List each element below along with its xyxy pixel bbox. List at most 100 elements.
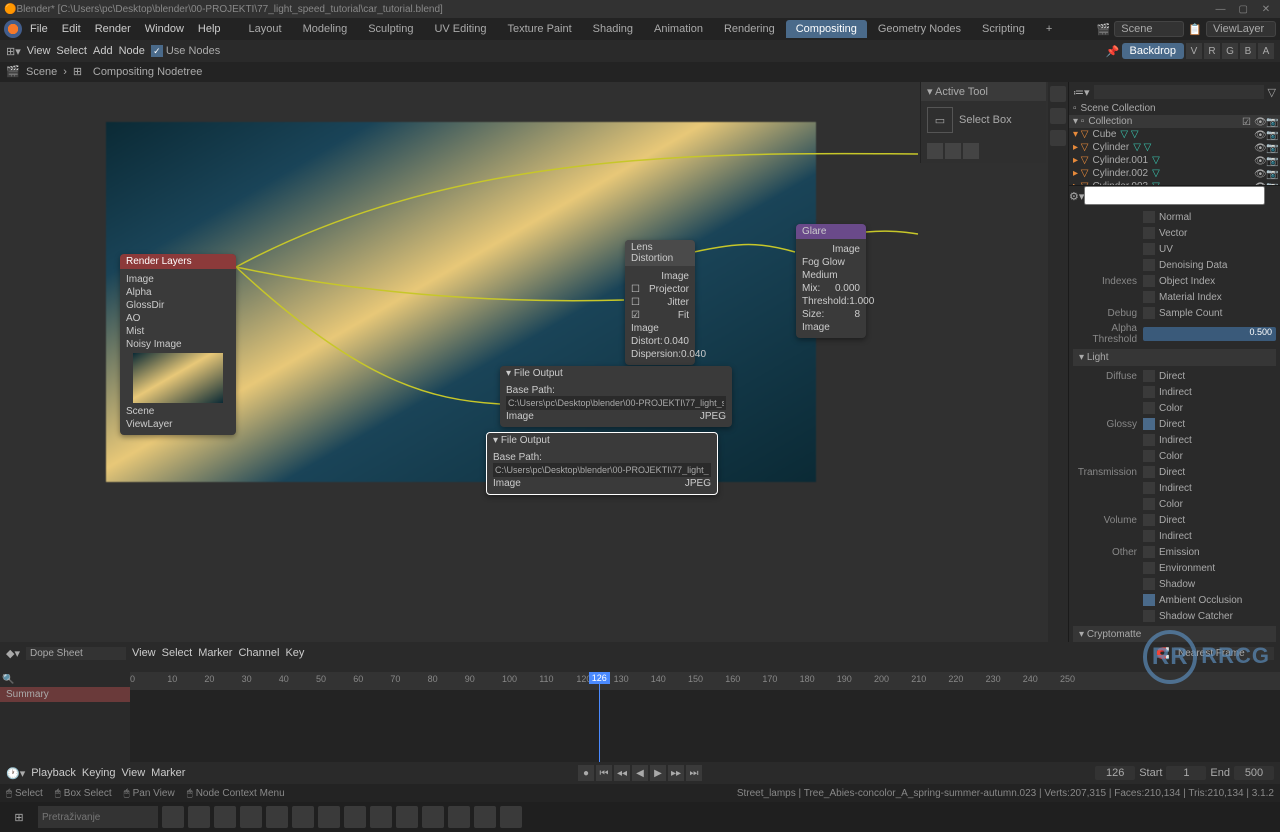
tb-app-7[interactable] [422,806,444,828]
tab-options-icon[interactable] [1050,130,1066,146]
chk-tr-dir[interactable] [1143,466,1155,478]
breadcrumb-scene[interactable]: Scene [26,66,57,78]
channel-r[interactable]: R [1204,43,1220,59]
chk-glo-dir[interactable] [1143,418,1155,430]
properties-panel[interactable]: ⚙▾ Normal Vector UV Denoising Data Index… [1069,186,1280,642]
pb-marker[interactable]: Marker [151,767,185,779]
autokey-icon[interactable]: ● [578,765,594,781]
chk-sample[interactable] [1143,307,1155,319]
chk-ao[interactable] [1143,594,1155,606]
tab-geonodes[interactable]: Geometry Nodes [868,20,971,38]
node-header[interactable]: Lens Distortion [625,240,695,266]
chk-uv[interactable] [1143,243,1155,255]
comp-menu-node[interactable]: Node [119,45,145,57]
dope-type-icon[interactable]: ◆▾ [6,647,20,660]
menu-window[interactable]: Window [139,21,190,37]
dope-marker[interactable]: Marker [198,647,232,659]
filter-icon[interactable]: ▽ [1268,86,1276,99]
outliner[interactable]: ≔▾ ▽ ▫Scene Collection ▾ ▫Collection☑👁📷 … [1069,82,1280,186]
tab-animation[interactable]: Animation [644,20,713,38]
channel-search[interactable] [0,672,130,687]
item-cyl2[interactable]: ▸ ▽Cylinder.002 ▽👁📷 [1069,167,1280,180]
n-panel-tabs[interactable] [1048,82,1068,642]
node-glare[interactable]: Glare Image Fog Glow Medium Mix:0.000 Th… [796,224,866,338]
pin-icon[interactable]: 📌 [1106,45,1120,58]
next-key-icon[interactable]: ▸▸ [668,765,684,781]
pb-playback[interactable]: Playback [31,767,76,779]
breadcrumb-nodetree[interactable]: Compositing Nodetree [93,66,202,78]
scene-collection-row[interactable]: ▫Scene Collection [1069,102,1280,115]
minimize-button[interactable]: — [1210,4,1230,15]
chk-tr-col[interactable] [1143,498,1155,510]
tb-app-5[interactable] [370,806,392,828]
comp-menu-view[interactable]: View [27,45,51,57]
chk-dif-dir[interactable] [1143,370,1155,382]
viewlayer-selector[interactable]: ViewLayer [1206,21,1276,37]
timeline-type-icon[interactable]: 🕐▾ [6,767,25,780]
chk-tr-ind[interactable] [1143,482,1155,494]
tab-rendering[interactable]: Rendering [714,20,785,38]
prev-key-icon[interactable]: ◂◂ [614,765,630,781]
current-frame[interactable]: 126 [1095,766,1135,780]
node-file-output-1[interactable]: ▾ File Output Base Path: ImageJPEG [500,366,732,427]
collection-row[interactable]: ▾ ▫Collection☑👁📷 [1069,115,1280,128]
tab-add[interactable]: + [1036,20,1062,38]
item-cyl[interactable]: ▸ ▽Cylinder ▽ ▽👁📷 [1069,141,1280,154]
chk-glo-ind[interactable] [1143,434,1155,446]
tab-compositing[interactable]: Compositing [786,20,867,38]
chk-glo-col[interactable] [1143,450,1155,462]
pb-view[interactable]: View [122,767,146,779]
tb-app-10[interactable] [500,806,522,828]
file-path-input[interactable] [493,463,711,477]
jump-end-icon[interactable]: ⏭ [686,765,702,781]
item-cube[interactable]: ▾ ▽Cube ▽ ▽👁📷 [1069,128,1280,141]
tb-file-explorer[interactable] [162,806,184,828]
menu-render[interactable]: Render [89,21,137,37]
props-search[interactable] [1084,186,1265,205]
menu-help[interactable]: Help [192,21,227,37]
tab-tool-icon[interactable] [1050,86,1066,102]
channel-g[interactable]: G [1222,43,1238,59]
chk-dif-ind[interactable] [1143,386,1155,398]
chk-env[interactable] [1143,562,1155,574]
tab-layout[interactable]: Layout [239,20,292,38]
play-icon[interactable]: ▶ [650,765,666,781]
alpha-threshold-slider[interactable]: 0.500 [1143,327,1276,341]
tab-uv[interactable]: UV Editing [424,20,496,38]
tb-app-2[interactable] [292,806,314,828]
playhead[interactable]: 126 [599,672,600,762]
play-rev-icon[interactable]: ◀ [632,765,648,781]
menu-file[interactable]: File [24,21,54,37]
chk-normal[interactable] [1143,211,1155,223]
comp-menu-select[interactable]: Select [56,45,87,57]
channel-v[interactable]: V [1186,43,1202,59]
close-button[interactable]: ✕ [1256,4,1276,15]
node-lens-distortion[interactable]: Lens Distortion Image ☐Projector ☐Jitter… [625,240,695,365]
tab-shading[interactable]: Shading [583,20,643,38]
tab-sculpting[interactable]: Sculpting [358,20,423,38]
chk-dif-col[interactable] [1143,402,1155,414]
maximize-button[interactable]: ▢ [1233,4,1253,15]
node-header[interactable]: Glare [796,224,866,239]
taskbar-search[interactable] [38,806,158,828]
tb-app-6[interactable] [396,806,418,828]
tb-blender[interactable] [266,806,288,828]
scene-selector[interactable]: Scene [1114,21,1184,37]
start-button[interactable]: ⊞ [4,805,34,829]
dope-view[interactable]: View [132,647,156,659]
editor-type-icon[interactable]: ⊞▾ [6,45,21,58]
tb-app-9[interactable] [474,806,496,828]
chk-emission[interactable] [1143,546,1155,558]
jump-start-icon[interactable]: ⏮ [596,765,612,781]
dope-mode[interactable] [26,647,126,660]
tb-app-1[interactable] [188,806,210,828]
tab-texture[interactable]: Texture Paint [497,20,581,38]
item-cyl1[interactable]: ▸ ▽Cylinder.001 ▽👁📷 [1069,154,1280,167]
chk-shadowcatch[interactable] [1143,610,1155,622]
node-render-layers[interactable]: Render Layers Image Alpha GlossDir AO Mi… [120,254,236,435]
channel-a[interactable]: A [1258,43,1274,59]
tb-app-3[interactable] [318,806,340,828]
file-path-input[interactable] [506,396,726,410]
chk-matidx[interactable] [1143,291,1155,303]
menu-edit[interactable]: Edit [56,21,87,37]
